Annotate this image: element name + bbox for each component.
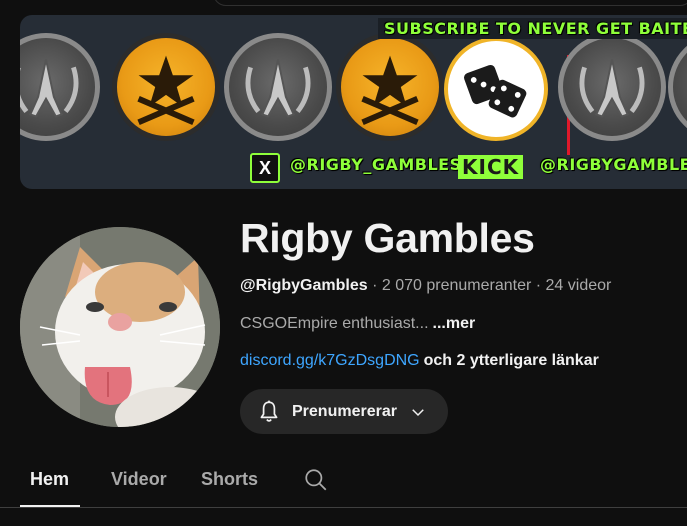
silver-rank-coin-icon bbox=[558, 33, 666, 141]
bell-icon bbox=[260, 400, 278, 422]
gold-rank-coin-icon bbox=[336, 33, 444, 141]
active-tab-indicator bbox=[20, 505, 80, 507]
banner-kick-handle: @RIGBYGAMBLE bbox=[540, 155, 687, 174]
gold-rank-coin-icon bbox=[112, 33, 220, 141]
subscriber-count: 2 070 prenumeranter bbox=[381, 277, 532, 294]
silver-rank-coin-icon bbox=[224, 33, 332, 141]
search-bar-edge[interactable] bbox=[213, 0, 687, 6]
channel-avatar[interactable] bbox=[20, 227, 220, 427]
discord-link[interactable]: discord.gg/k7GzDsgDNG bbox=[240, 352, 420, 369]
banner-twitter-handle: @RIGBY_GAMBLES bbox=[290, 155, 462, 174]
channel-handle: @RigbyGambles bbox=[240, 277, 368, 294]
description-text: CSGOEmpire enthusiast... bbox=[240, 315, 429, 332]
chevron-down-icon bbox=[412, 408, 424, 416]
meta-separator: · bbox=[367, 277, 382, 294]
x-logo-icon: X bbox=[250, 153, 280, 183]
video-count: 24 videor bbox=[545, 277, 612, 294]
subscribed-button[interactable]: Prenumererar bbox=[240, 389, 448, 434]
meta-separator: · bbox=[531, 277, 546, 294]
channel-name: Rigby Gambles bbox=[240, 215, 535, 261]
channel-links: discord.gg/k7GzDsgDNG och 2 ytterligare l… bbox=[240, 352, 599, 370]
tabs-divider bbox=[0, 507, 687, 508]
more-links-button[interactable]: och 2 ytterligare länkar bbox=[424, 352, 599, 369]
search-icon[interactable] bbox=[303, 467, 329, 493]
tab-home[interactable]: Hem bbox=[30, 469, 69, 490]
silver-rank-coin-icon bbox=[668, 33, 687, 141]
more-button[interactable]: ...mer bbox=[433, 315, 476, 332]
kick-logo-icon: KICK bbox=[458, 155, 524, 179]
channel-banner: SUBSCRIBE TO NEVER GET BAITED BY X @RIGB… bbox=[20, 15, 687, 189]
banner-tagline: SUBSCRIBE TO NEVER GET BAITED BY bbox=[378, 18, 687, 39]
tab-videos[interactable]: Videor bbox=[111, 469, 167, 490]
dice-coin-icon bbox=[444, 37, 548, 141]
silver-rank-coin-icon bbox=[20, 33, 100, 141]
channel-description[interactable]: CSGOEmpire enthusiast... ...mer bbox=[240, 315, 475, 333]
channel-tabs: Hem Videor Shorts bbox=[0, 460, 687, 526]
tab-shorts[interactable]: Shorts bbox=[201, 469, 258, 490]
channel-meta: @RigbyGambles · 2 070 prenumeranter · 24… bbox=[240, 277, 611, 295]
subscribed-label: Prenumererar bbox=[292, 402, 397, 420]
